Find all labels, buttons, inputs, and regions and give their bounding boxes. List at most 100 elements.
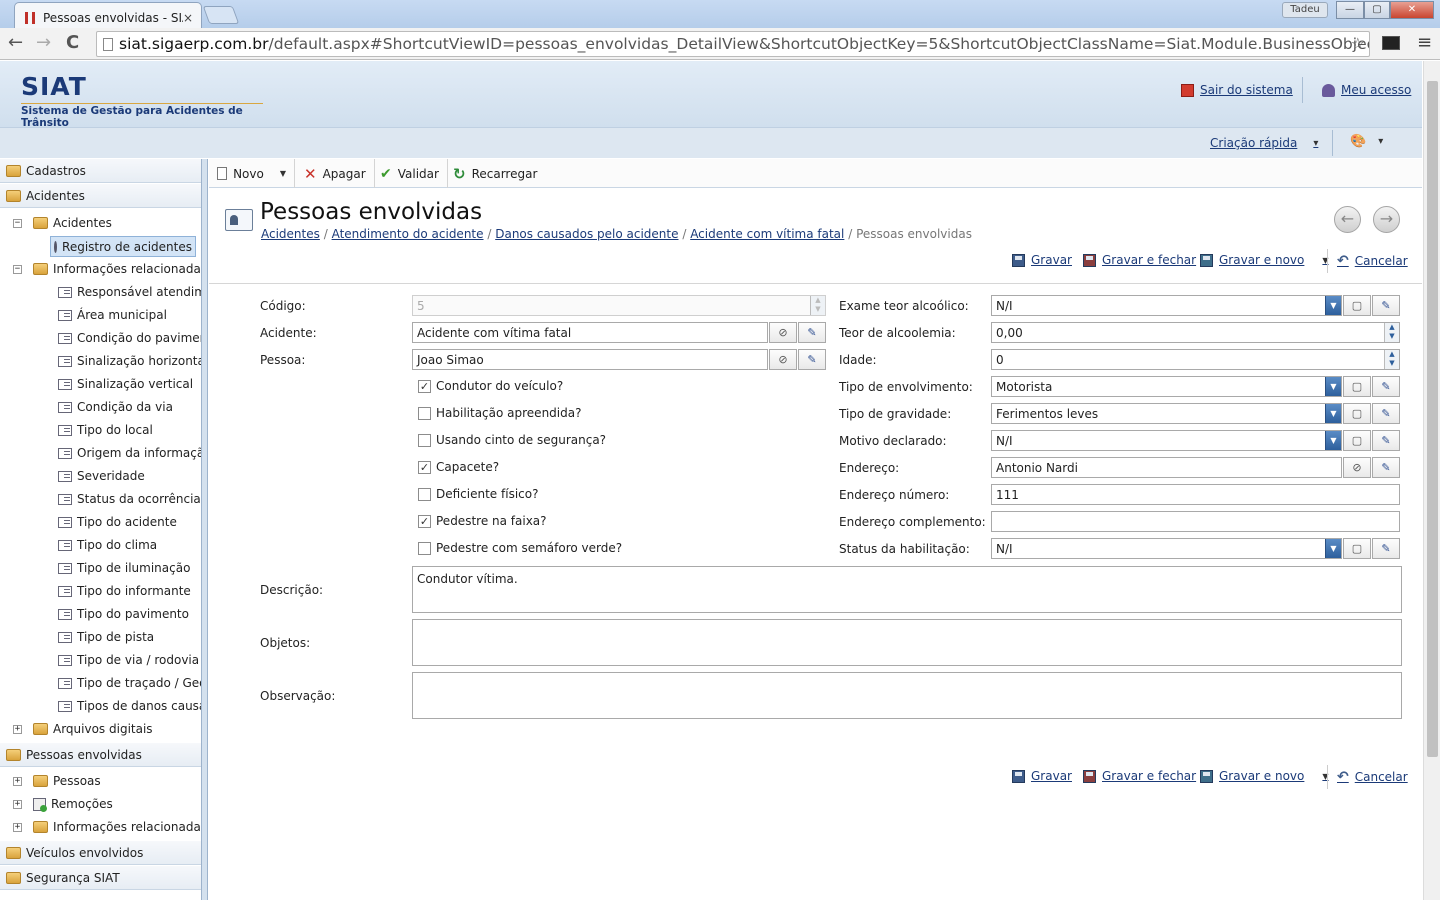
expand-icon[interactable]: +	[13, 776, 22, 786]
checkbox[interactable]	[418, 407, 431, 420]
tipo-envolvimento-new-icon[interactable]: ▢	[1343, 376, 1371, 397]
expand-icon[interactable]: +	[13, 724, 22, 734]
chevron-down-icon[interactable]: ▼	[1325, 404, 1341, 423]
sidebar-splitter[interactable]	[202, 159, 208, 900]
teor-spinner[interactable]: ▲ ▼	[1384, 323, 1399, 342]
save-and-new-button[interactable]: Gravar e novo ▼	[1200, 253, 1329, 267]
browser-menu-icon[interactable]: ≡	[1417, 32, 1432, 53]
tipo-envolvimento-edit-icon[interactable]: ✎	[1372, 376, 1400, 397]
checkbox[interactable]	[418, 542, 431, 555]
endereco-field[interactable]: Antonio Nardi	[991, 457, 1342, 478]
exame-edit-icon[interactable]: ✎	[1372, 295, 1400, 316]
tree-item-info[interactable]: Responsável atendimento	[58, 282, 201, 302]
tree-item-informacoes-relacionadas[interactable]: − Informações relacionadas	[13, 259, 201, 279]
status-habilitacao-new-icon[interactable]: ▢	[1343, 538, 1371, 559]
checkbox-label[interactable]: Deficiente físico?	[436, 487, 538, 501]
nav-group-veiculos-envolvidos[interactable]: Veículos envolvidos	[0, 841, 201, 865]
tree-item-info[interactable]: Tipo de traçado / Geometria	[58, 673, 201, 693]
chevron-down-icon[interactable]: ▼	[1325, 377, 1341, 396]
reload-icon[interactable]: C	[66, 32, 79, 53]
tree-item-registro-de-acidentes[interactable]: Registro de acidentes	[50, 236, 196, 257]
descricao-textarea[interactable]: Condutor vítima.	[412, 566, 1402, 613]
browser-user-chip[interactable]: Tadeu	[1282, 2, 1328, 18]
nav-group-acidentes[interactable]: Acidentes	[0, 184, 201, 208]
checkbox-label[interactable]: Condutor do veículo?	[436, 379, 563, 393]
logout-link[interactable]: Sair do sistema	[1181, 83, 1293, 97]
pessoa-clear-icon[interactable]: ✎	[798, 349, 826, 370]
collapse-icon[interactable]: −	[13, 218, 22, 228]
window-minimize-button[interactable]: —	[1336, 1, 1364, 19]
theme-menu[interactable]: 🎨 ▾	[1350, 134, 1383, 149]
motivo-select[interactable]: N/I ▼	[991, 430, 1342, 451]
expand-icon[interactable]: +	[13, 822, 22, 832]
tipo-envolvimento-select[interactable]: Motorista ▼	[991, 376, 1342, 397]
tree-item-info[interactable]: Área municipal	[58, 305, 167, 325]
tree-item-info[interactable]: Status da ocorrência	[58, 489, 201, 509]
save-and-close-button[interactable]: Gravar e fechar	[1083, 253, 1196, 267]
checkbox[interactable]	[418, 434, 431, 447]
next-record-button[interactable]: →	[1373, 206, 1400, 233]
checkbox-label[interactable]: Habilitação apreendida?	[436, 406, 581, 420]
my-access-link[interactable]: Meu acesso	[1322, 83, 1411, 97]
cancel-button[interactable]: ↶ Cancelar	[1337, 769, 1408, 785]
tree-item-info[interactable]: Tipo do acidente	[58, 512, 177, 532]
tipo-gravidade-edit-icon[interactable]: ✎	[1372, 403, 1400, 424]
delete-button[interactable]: ✕ Apagar	[296, 159, 375, 188]
browser-tab[interactable]: Pessoas envolvidas - SIAT ×	[14, 2, 202, 28]
acidente-field[interactable]: Acidente com vítima fatal	[412, 322, 768, 343]
tree-item-info[interactable]: Tipo do informante	[58, 581, 191, 601]
tree-item-arquivos-digitais[interactable]: + Arquivos digitais	[13, 719, 153, 739]
tree-item-pessoas[interactable]: + Pessoas	[13, 771, 101, 791]
endereco-complemento-field[interactable]	[991, 511, 1400, 532]
teor-field[interactable]: 0,00 ▲ ▼	[991, 322, 1400, 343]
window-maximize-button[interactable]: ▢	[1364, 1, 1390, 19]
acidente-edit-icon[interactable]: ⊘	[769, 322, 797, 343]
page-scrollbar[interactable]	[1423, 61, 1440, 900]
tree-item-info[interactable]: Sinalização horizontal	[58, 351, 201, 371]
tree-item-remocoes[interactable]: + Remoções	[13, 794, 113, 814]
cancel-button[interactable]: ↶ Cancelar	[1337, 253, 1408, 269]
checkbox-label[interactable]: Capacete?	[436, 460, 499, 474]
tree-item-informacoes-relacionadas-2[interactable]: + Informações relacionadas	[13, 817, 201, 837]
address-bar[interactable]: siat.sigaerp.com.br/default.aspx#Shortcu…	[96, 31, 1370, 57]
idade-spinner[interactable]: ▲ ▼	[1384, 350, 1399, 369]
tree-item-info[interactable]: Condição da via	[58, 397, 173, 417]
breadcrumb-link-danos[interactable]: Danos causados pelo acidente	[495, 227, 678, 241]
checkbox-label[interactable]: Pedestre na faixa?	[436, 514, 547, 528]
endereco-numero-field[interactable]: 111	[991, 484, 1400, 505]
status-habilitacao-select[interactable]: N/I ▼	[991, 538, 1342, 559]
nav-group-pessoas-envolvidas[interactable]: Pessoas envolvidas	[0, 743, 201, 767]
idade-field[interactable]: 0 ▲ ▼	[991, 349, 1400, 370]
tree-item-info[interactable]: Tipo do local	[58, 420, 153, 440]
chevron-down-icon[interactable]: ▼	[280, 169, 286, 178]
nav-group-cadastros[interactable]: Cadastros	[0, 159, 201, 183]
collapse-icon[interactable]: −	[13, 264, 22, 274]
new-button[interactable]: Novo ▼	[209, 159, 295, 188]
chevron-down-icon[interactable]: ▼	[1325, 431, 1341, 450]
tipo-gravidade-new-icon[interactable]: ▢	[1343, 403, 1371, 424]
tree-item-info[interactable]: Tipo de via / rodovia	[58, 650, 199, 670]
bookmark-star-icon[interactable]: ☆	[1351, 34, 1365, 53]
new-tab-button[interactable]	[202, 6, 240, 24]
motivo-new-icon[interactable]: ▢	[1343, 430, 1371, 451]
tipo-gravidade-select[interactable]: Ferimentos leves ▼	[991, 403, 1342, 424]
back-icon[interactable]: ←	[8, 32, 23, 53]
tree-item-info[interactable]: Condição do pavimento	[58, 328, 201, 348]
save-button[interactable]: Gravar	[1012, 769, 1072, 783]
chevron-down-icon[interactable]: ▼	[1325, 539, 1341, 558]
quick-create-menu[interactable]: Criação rápida ▾	[1210, 136, 1318, 150]
pessoa-field[interactable]: Joao Simao	[412, 349, 768, 370]
scrollbar-thumb[interactable]	[1427, 81, 1438, 757]
pessoa-edit-icon[interactable]: ⊘	[769, 349, 797, 370]
breadcrumb-link-acidente-vitima[interactable]: Acidente com vítima fatal	[690, 227, 844, 241]
tree-item-acidentes[interactable]: − Acidentes	[13, 213, 112, 233]
checkbox[interactable]: ✓	[418, 515, 431, 528]
breadcrumb-link-acidentes[interactable]: Acidentes	[261, 227, 320, 241]
checkbox-label[interactable]: Pedestre com semáforo verde?	[436, 541, 622, 555]
objetos-textarea[interactable]	[412, 619, 1402, 666]
exame-new-icon[interactable]: ▢	[1343, 295, 1371, 316]
status-habilitacao-edit-icon[interactable]: ✎	[1372, 538, 1400, 559]
reload-button[interactable]: ↻ Recarregar	[445, 159, 545, 188]
tree-item-info[interactable]: Severidade	[58, 466, 145, 486]
tree-item-info[interactable]: Tipo de iluminação	[58, 558, 190, 578]
